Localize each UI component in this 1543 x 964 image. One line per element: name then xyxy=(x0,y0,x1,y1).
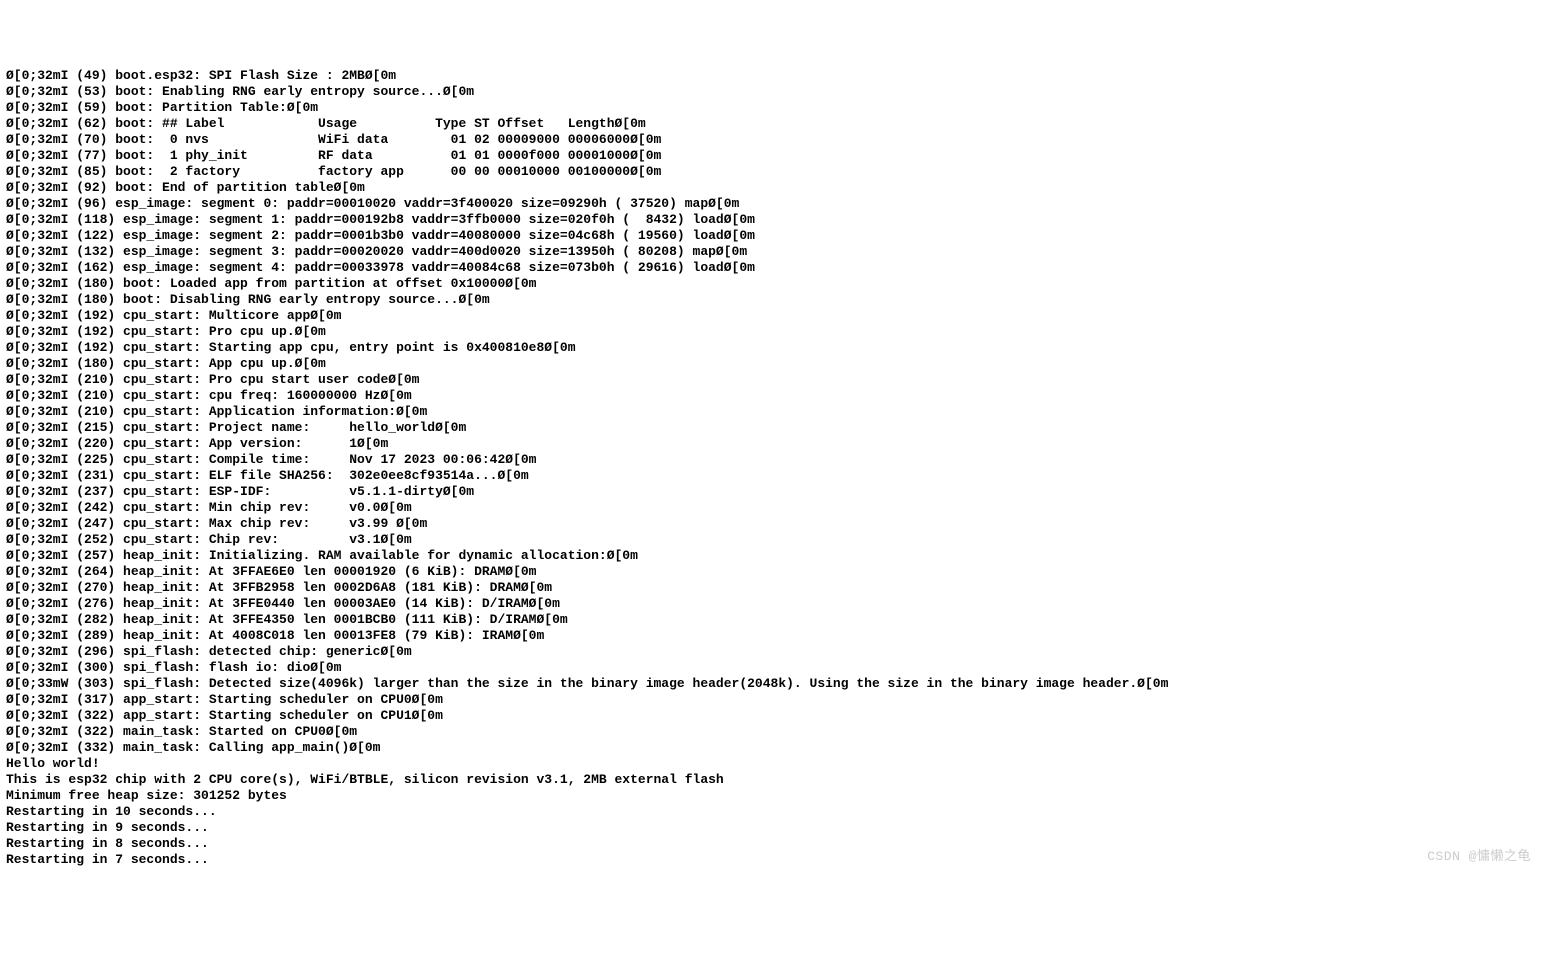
log-line: Ø[0;32mI (92) boot: End of partition tab… xyxy=(6,180,1537,196)
log-line: Ø[0;32mI (59) boot: Partition Table:Ø[0m xyxy=(6,100,1537,116)
log-line: Ø[0;32mI (162) esp_image: segment 4: pad… xyxy=(6,260,1537,276)
log-line: Ø[0;32mI (192) cpu_start: Multicore appØ… xyxy=(6,308,1537,324)
log-line: Ø[0;32mI (132) esp_image: segment 3: pad… xyxy=(6,244,1537,260)
log-line: Ø[0;32mI (192) cpu_start: Starting app c… xyxy=(6,340,1537,356)
log-line: Restarting in 7 seconds... xyxy=(6,852,1537,868)
log-line: Restarting in 10 seconds... xyxy=(6,804,1537,820)
log-line: This is esp32 chip with 2 CPU core(s), W… xyxy=(6,772,1537,788)
log-line: Ø[0;32mI (270) heap_init: At 3FFB2958 le… xyxy=(6,580,1537,596)
log-line: Restarting in 9 seconds... xyxy=(6,820,1537,836)
log-line: Ø[0;32mI (180) boot: Disabling RNG early… xyxy=(6,292,1537,308)
log-line: Ø[0;32mI (180) boot: Loaded app from par… xyxy=(6,276,1537,292)
log-line: Ø[0;33mW (303) spi_flash: Detected size(… xyxy=(6,676,1537,692)
log-line: Ø[0;32mI (300) spi_flash: flash io: dioØ… xyxy=(6,660,1537,676)
log-line: Ø[0;32mI (85) boot: 2 factory factory ap… xyxy=(6,164,1537,180)
log-line: Hello world! xyxy=(6,756,1537,772)
log-line: Ø[0;32mI (62) boot: ## Label Usage Type … xyxy=(6,116,1537,132)
log-line: Ø[0;32mI (237) cpu_start: ESP-IDF: v5.1.… xyxy=(6,484,1537,500)
log-line: Ø[0;32mI (225) cpu_start: Compile time: … xyxy=(6,452,1537,468)
log-line: Ø[0;32mI (53) boot: Enabling RNG early e… xyxy=(6,84,1537,100)
log-line: Ø[0;32mI (252) cpu_start: Chip rev: v3.1… xyxy=(6,532,1537,548)
log-line: Ø[0;32mI (210) cpu_start: Application in… xyxy=(6,404,1537,420)
log-line: Ø[0;32mI (122) esp_image: segment 2: pad… xyxy=(6,228,1537,244)
log-line: Ø[0;32mI (247) cpu_start: Max chip rev: … xyxy=(6,516,1537,532)
log-line: Ø[0;32mI (180) cpu_start: App cpu up.Ø[0… xyxy=(6,356,1537,372)
log-line: Ø[0;32mI (210) cpu_start: Pro cpu start … xyxy=(6,372,1537,388)
log-line: Ø[0;32mI (296) spi_flash: detected chip:… xyxy=(6,644,1537,660)
log-line: Ø[0;32mI (231) cpu_start: ELF file SHA25… xyxy=(6,468,1537,484)
terminal-output: Ø[0;32mI (49) boot.esp32: SPI Flash Size… xyxy=(6,68,1537,868)
log-line: Ø[0;32mI (257) heap_init: Initializing. … xyxy=(6,548,1537,564)
log-line: Ø[0;32mI (220) cpu_start: App version: 1… xyxy=(6,436,1537,452)
log-line: Ø[0;32mI (317) app_start: Starting sched… xyxy=(6,692,1537,708)
log-line: Minimum free heap size: 301252 bytes xyxy=(6,788,1537,804)
log-line: Ø[0;32mI (49) boot.esp32: SPI Flash Size… xyxy=(6,68,1537,84)
watermark-text: CSDN @慵懒之龟 xyxy=(1427,849,1531,865)
log-line: Ø[0;32mI (77) boot: 1 phy_init RF data 0… xyxy=(6,148,1537,164)
log-line: Ø[0;32mI (242) cpu_start: Min chip rev: … xyxy=(6,500,1537,516)
log-line: Ø[0;32mI (276) heap_init: At 3FFE0440 le… xyxy=(6,596,1537,612)
log-line: Ø[0;32mI (332) main_task: Calling app_ma… xyxy=(6,740,1537,756)
log-line: Restarting in 8 seconds... xyxy=(6,836,1537,852)
log-line: Ø[0;32mI (289) heap_init: At 4008C018 le… xyxy=(6,628,1537,644)
log-line: Ø[0;32mI (264) heap_init: At 3FFAE6E0 le… xyxy=(6,564,1537,580)
log-line: Ø[0;32mI (96) esp_image: segment 0: padd… xyxy=(6,196,1537,212)
log-line: Ø[0;32mI (282) heap_init: At 3FFE4350 le… xyxy=(6,612,1537,628)
log-line: Ø[0;32mI (70) boot: 0 nvs WiFi data 01 0… xyxy=(6,132,1537,148)
log-line: Ø[0;32mI (322) main_task: Started on CPU… xyxy=(6,724,1537,740)
log-line: Ø[0;32mI (192) cpu_start: Pro cpu up.Ø[0… xyxy=(6,324,1537,340)
log-line: Ø[0;32mI (210) cpu_start: cpu freq: 1600… xyxy=(6,388,1537,404)
log-line: Ø[0;32mI (118) esp_image: segment 1: pad… xyxy=(6,212,1537,228)
log-line: Ø[0;32mI (215) cpu_start: Project name: … xyxy=(6,420,1537,436)
log-line: Ø[0;32mI (322) app_start: Starting sched… xyxy=(6,708,1537,724)
